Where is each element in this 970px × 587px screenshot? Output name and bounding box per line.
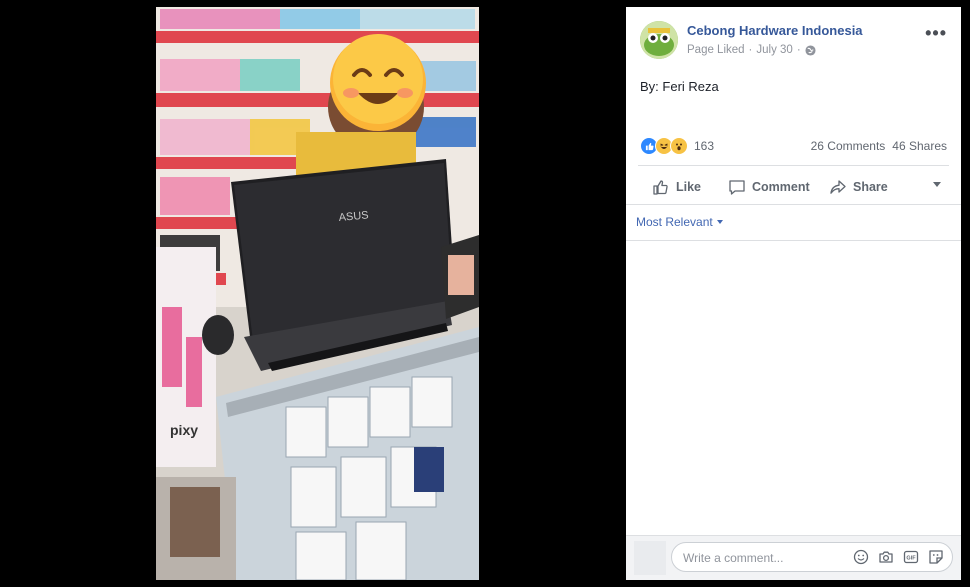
camera-icon[interactable] — [878, 549, 894, 565]
like-label: Like — [676, 180, 702, 194]
photo-viewer: pixy ASUS — [0, 0, 626, 587]
svg-text:GIF: GIF — [906, 556, 916, 562]
share-icon — [830, 180, 846, 194]
post-text: By: Feri Reza — [640, 79, 719, 94]
ellipsis-icon[interactable]: ••• — [925, 23, 947, 44]
like-button[interactable]: Like — [652, 178, 701, 196]
comment-label: Comment — [752, 180, 810, 194]
chevron-down-icon[interactable] — [933, 182, 941, 187]
post-meta: Page Liked · July 30 · — [687, 44, 816, 56]
reaction-count: 163 — [694, 139, 715, 153]
wow-reaction-icon — [670, 137, 688, 155]
comment-icon — [729, 180, 745, 195]
page-avatar[interactable] — [640, 21, 678, 59]
engagement-counts: 26 Comments 46 Shares — [811, 139, 947, 153]
divider — [638, 165, 949, 166]
sort-label: Most Relevant — [636, 215, 713, 229]
post-date-link[interactable]: July 30 — [756, 44, 792, 56]
post-header: Cebong Hardware Indonesia Page Liked · J… — [626, 7, 961, 67]
post-sidebar: Cebong Hardware Indonesia Page Liked · J… — [626, 7, 961, 580]
gif-icon[interactable]: GIF — [903, 549, 919, 565]
emoji-icon[interactable] — [853, 549, 869, 565]
reaction-summary[interactable]: 163 — [640, 137, 714, 155]
divider — [626, 240, 961, 241]
comment-sort-dropdown[interactable]: Most Relevant — [636, 215, 723, 229]
post-actions: Like Comment Share — [638, 171, 949, 203]
share-label: Share — [853, 180, 888, 194]
meta-separator: · — [796, 44, 801, 56]
comment-composer: Write a comment... GIF — [626, 535, 961, 580]
comment-placeholder: Write a comment... — [683, 551, 784, 565]
page-name-link[interactable]: Cebong Hardware Indonesia — [687, 23, 863, 38]
composer-tools: GIF — [853, 549, 944, 565]
thumbs-up-icon — [653, 180, 668, 195]
comment-button[interactable]: Comment — [728, 178, 810, 196]
shares-count-link[interactable]: 46 Shares — [892, 139, 947, 153]
shelf-brand-text: pixy — [170, 422, 198, 438]
share-button[interactable]: Share — [829, 178, 888, 196]
user-avatar — [634, 541, 666, 575]
meta-separator: · — [748, 44, 753, 56]
sticker-icon[interactable] — [928, 549, 944, 565]
caret-down-icon — [716, 220, 723, 224]
comments-count-link[interactable]: 26 Comments — [811, 139, 886, 153]
comment-input[interactable]: Write a comment... GIF — [671, 542, 953, 572]
divider — [626, 204, 961, 205]
globe-icon — [805, 44, 816, 56]
page-liked-status: Page Liked — [687, 44, 745, 56]
post-photo[interactable]: pixy ASUS — [156, 7, 479, 580]
